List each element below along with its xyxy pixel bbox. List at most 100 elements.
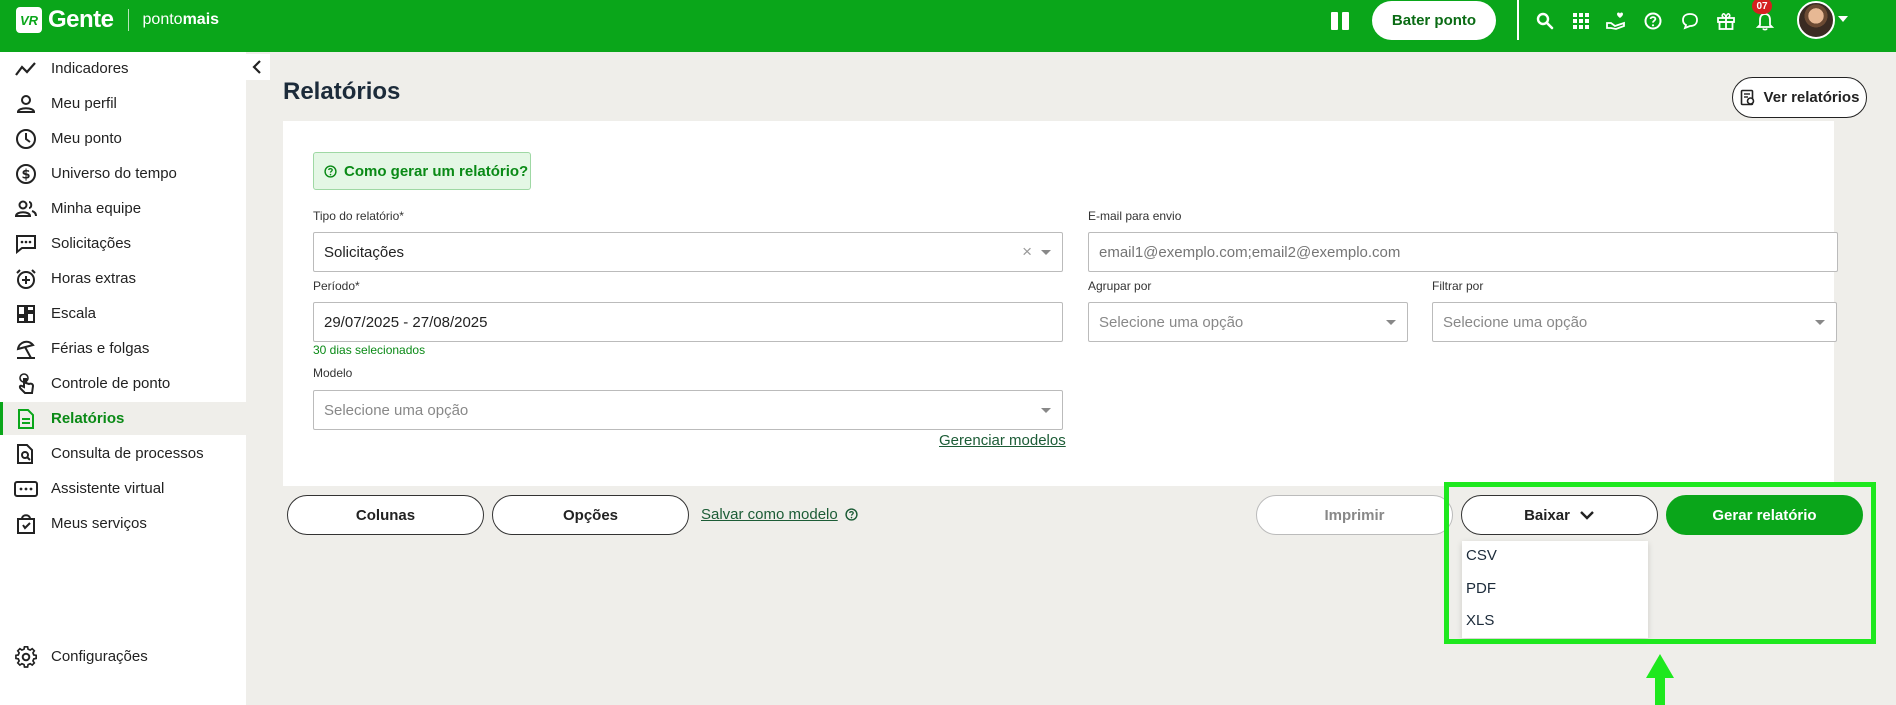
sidebar-item-label: Universo do tempo (51, 165, 177, 182)
help-circle-icon (845, 508, 858, 521)
chevron-down-icon[interactable] (1838, 16, 1848, 22)
filtrar-placeholder: Selecione uma opção (1443, 313, 1588, 331)
periodo-hint: 30 dias selecionados (313, 343, 426, 357)
document-search-icon (14, 442, 38, 466)
finger-touch-icon (14, 372, 38, 396)
sidebar-item-indicadores[interactable]: Indicadores (0, 52, 246, 85)
email-label: E-mail para envio (1088, 209, 1182, 223)
clock-icon (14, 127, 38, 151)
agrupar-label: Agrupar por (1088, 279, 1152, 293)
help-link[interactable]: Como gerar um relatório? (313, 152, 531, 190)
dollar-circle-icon: $ (14, 162, 38, 186)
opcoes-button[interactable]: Opções (492, 495, 689, 535)
notification-badge: 07 (1752, 0, 1772, 14)
pause-icon[interactable] (1331, 12, 1351, 30)
chevron-down-icon (1041, 408, 1051, 413)
sidebar-item-label: Minha equipe (51, 200, 142, 217)
sidebar-item-label: Solicitações (51, 235, 132, 252)
imprimir-button[interactable]: Imprimir (1256, 495, 1453, 535)
chevron-down-icon (1386, 320, 1396, 325)
sidebar-item-label: Indicadores (51, 60, 129, 77)
apps-grid-icon[interactable] (1570, 10, 1592, 32)
gift-icon[interactable] (1715, 10, 1737, 32)
document-icon (14, 407, 38, 431)
sidebar-item-minha-equipe[interactable]: Minha equipe (0, 192, 246, 225)
filtrar-label: Filtrar por (1432, 279, 1484, 293)
chevron-down-icon (1815, 320, 1825, 325)
salvar-modelo-link[interactable]: Salvar como modelo (701, 506, 858, 523)
email-field[interactable] (1088, 232, 1838, 272)
sidebar-item-horas-extras[interactable]: Horas extras (0, 262, 246, 295)
ver-relatorios-label: Ver relatórios (1763, 89, 1860, 106)
gear-icon (14, 645, 38, 669)
help-circle-icon[interactable] (1642, 10, 1664, 32)
sidebar-item-controle-de-ponto[interactable]: Controle de ponto (0, 367, 246, 400)
tipo-relatorio-select[interactable]: Solicitações × (313, 232, 1063, 272)
sidebar-item-label: Escala (51, 305, 97, 322)
sidebar-item-ferias-e-folgas[interactable]: Férias e folgas (0, 332, 246, 365)
agrupar-placeholder: Selecione uma opção (1099, 313, 1244, 331)
sidebar-item-assistente-virtual[interactable]: Assistente virtual (0, 472, 246, 505)
modelo-select[interactable]: Selecione uma opção (313, 390, 1063, 430)
umbrella-icon (14, 337, 38, 361)
chat-icon[interactable] (1679, 10, 1701, 32)
team-icon (14, 197, 38, 221)
agrupar-por-select[interactable]: Selecione uma opção (1088, 302, 1408, 342)
sidebar-item-meu-perfil[interactable]: Meu perfil (0, 87, 246, 120)
sidebar-item-universo-do-tempo[interactable]: $ Universo do tempo (0, 157, 246, 190)
sidebar-item-label: Horas extras (51, 270, 137, 287)
sidebar-item-solicitacoes[interactable]: Solicitações (0, 227, 246, 260)
product-name: pontomais (142, 11, 220, 28)
modelo-placeholder: Selecione uma opção (324, 401, 469, 419)
sidebar-item-label: Consulta de processos (51, 445, 204, 462)
page-title: Relatórios (283, 78, 401, 105)
filtrar-por-select[interactable]: Selecione uma opção (1432, 302, 1837, 342)
shopping-bag-icon (14, 512, 38, 536)
periodo-label: Período* (313, 279, 360, 293)
periodo-date-range[interactable]: 29/07/2025 - 27/08/2025 (313, 302, 1063, 342)
report-list-icon (1740, 89, 1754, 105)
sidebar-item-configuracoes[interactable]: Configurações (0, 640, 246, 673)
bater-ponto-button[interactable]: Bater ponto (1372, 1, 1496, 40)
colunas-button[interactable]: Colunas (287, 495, 484, 535)
brand-name: Gente (48, 6, 114, 33)
search-icon[interactable] (1534, 10, 1556, 32)
help-text: Como gerar um relatório? (344, 162, 529, 180)
sidebar-item-label: Meu ponto (51, 130, 122, 147)
vr-logo-badge: VR (16, 7, 42, 33)
gerenciar-modelos-link[interactable]: Gerenciar modelos (939, 432, 1066, 449)
alarm-plus-icon (14, 267, 38, 291)
ver-relatorios-button[interactable]: Ver relatórios (1732, 77, 1867, 118)
hand-heart-icon[interactable] (1605, 10, 1627, 32)
sidebar-item-relatorios[interactable]: Relatórios (0, 402, 246, 435)
modelo-label: Modelo (313, 366, 353, 380)
sidebar-item-label: Férias e folgas (51, 340, 150, 357)
chevron-left-icon (252, 60, 261, 74)
sidebar-item-label: Relatórios (51, 410, 125, 427)
annotation-highlight-box (1444, 482, 1876, 644)
svg-text:$: $ (21, 167, 30, 182)
brand-logo[interactable]: VR Gente pontomais (16, 6, 220, 33)
annotation-arrow-icon (1646, 654, 1674, 705)
sidebar-item-meu-ponto[interactable]: Meu ponto (0, 122, 246, 155)
clear-icon[interactable]: × (1022, 242, 1032, 262)
logo-divider (127, 9, 129, 31)
dashboard-icon (14, 302, 38, 326)
sidebar-item-label: Assistente virtual (51, 480, 165, 497)
salvar-modelo-label: Salvar como modelo (701, 506, 838, 523)
collapse-sidebar-button[interactable] (244, 54, 270, 80)
topbar-divider (1517, 0, 1519, 40)
help-circle-icon (324, 164, 337, 178)
sidebar-item-escala[interactable]: Escala (0, 297, 246, 330)
avatar[interactable] (1797, 1, 1835, 39)
tipo-label: Tipo do relatório* (313, 209, 404, 223)
trend-line-icon (14, 57, 38, 81)
periodo-value: 29/07/2025 - 27/08/2025 (324, 313, 488, 331)
sidebar-item-label: Meu perfil (51, 95, 117, 112)
sidebar-item-meus-servicos[interactable]: Meus serviços (0, 507, 246, 540)
sidebar-item-label: Meus serviços (51, 515, 147, 532)
top-bar: VR Gente pontomais Bater ponto 07 (0, 0, 1896, 52)
assistant-icon (14, 477, 38, 501)
chevron-down-icon (1041, 250, 1051, 255)
sidebar-item-consulta-de-processos[interactable]: Consulta de processos (0, 437, 246, 470)
